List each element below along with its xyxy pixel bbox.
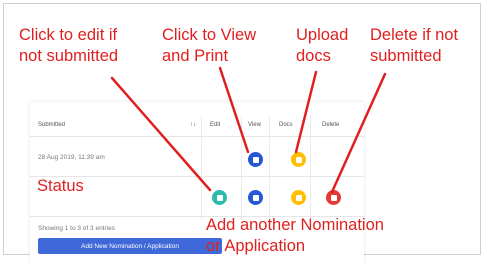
folder-icon — [295, 194, 302, 201]
submitted-date: 28 Aug 2019, 11:39 am — [38, 154, 105, 161]
column-divider — [241, 116, 242, 220]
annotation-upload: Upload docs — [296, 25, 348, 67]
annotation-edit-line1: Click to edit if — [19, 26, 118, 44]
view-print-button[interactable] — [248, 190, 263, 205]
annotation-delete-line1: Delete if not — [370, 26, 459, 44]
add-nomination-button[interactable]: Add New Nomination / Application — [38, 238, 222, 254]
annotation-delete: Delete if not submitted — [370, 25, 458, 67]
edit-button[interactable] — [212, 190, 227, 205]
header-docs: Docs — [279, 122, 293, 128]
header-submitted[interactable]: Submitted — [38, 122, 65, 128]
annotation-edit-line2: not submitted — [19, 47, 119, 65]
sort-icon[interactable]: ↑↓ — [190, 122, 196, 128]
annotation-delete-line2: submitted — [370, 47, 442, 65]
view-icon — [252, 156, 259, 163]
upload-docs-button[interactable] — [291, 190, 306, 205]
header-edit: Edit — [210, 122, 221, 128]
annotation-upload-line2: docs — [296, 47, 331, 65]
column-divider — [269, 116, 270, 220]
entries-info: Showing 1 to 3 of 3 entries — [38, 225, 115, 232]
annotation-view: Click to View and Print — [162, 25, 256, 67]
upload-docs-button[interactable] — [291, 152, 306, 167]
annotation-status: Status — [37, 177, 84, 195]
header-view: View — [248, 122, 261, 128]
view-print-button[interactable] — [248, 152, 263, 167]
annotation-add-line2: or Application — [206, 237, 306, 255]
annotation-view-line2: and Print — [162, 47, 229, 65]
folder-icon — [295, 156, 302, 163]
edit-icon — [216, 194, 223, 201]
annotation-add: Add another Nomination or Application — [206, 215, 384, 257]
column-divider — [201, 116, 202, 220]
annotation-view-line1: Click to View — [162, 26, 257, 44]
annotation-upload-line1: Upload — [296, 26, 349, 44]
header-delete: Delete — [322, 122, 340, 128]
delete-button[interactable] — [326, 190, 341, 205]
annotation-add-line1: Add another Nomination — [206, 216, 384, 234]
column-divider — [310, 116, 311, 220]
annotation-edit: Click to edit if not submitted — [19, 25, 118, 67]
trash-icon — [330, 194, 337, 201]
header-divider — [30, 136, 364, 137]
screenshot-frame: Submitted ↑↓ Edit View Docs Delete 28 Au… — [3, 3, 481, 264]
view-icon — [252, 194, 259, 201]
